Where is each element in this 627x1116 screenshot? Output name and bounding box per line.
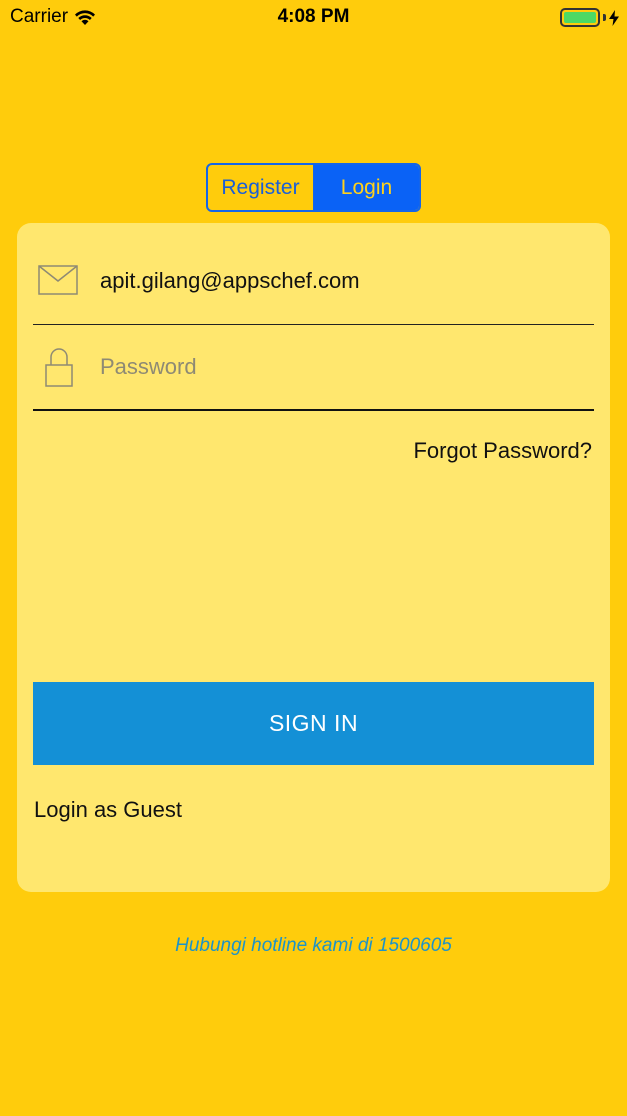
tab-register[interactable]: Register bbox=[208, 165, 314, 210]
status-bar: Carrier 4:08 PM bbox=[0, 0, 627, 40]
lock-icon bbox=[45, 348, 73, 387]
battery-level bbox=[564, 12, 596, 23]
forgot-password-link[interactable]: Forgot Password? bbox=[413, 438, 592, 464]
hotline-text: Hubungi hotline kami di 1500605 bbox=[175, 935, 452, 956]
email-input[interactable] bbox=[100, 261, 594, 301]
auth-mode-segmented-control: Register Login bbox=[206, 163, 421, 212]
email-field-row bbox=[33, 251, 594, 325]
envelope-icon bbox=[38, 265, 78, 295]
charging-bolt-icon bbox=[609, 9, 619, 26]
sign-in-button[interactable]: SIGN IN bbox=[33, 682, 594, 765]
login-as-guest-link[interactable]: Login as Guest bbox=[34, 797, 182, 823]
battery-tip bbox=[603, 14, 606, 21]
battery-icon bbox=[560, 8, 600, 27]
status-time: 4:08 PM bbox=[277, 6, 350, 27]
password-field-row bbox=[33, 331, 594, 411]
battery-indicator bbox=[560, 8, 619, 27]
password-input[interactable] bbox=[100, 347, 594, 387]
tab-login[interactable]: Login bbox=[314, 165, 419, 210]
login-card: Forgot Password? SIGN IN Login as Guest bbox=[17, 223, 610, 892]
